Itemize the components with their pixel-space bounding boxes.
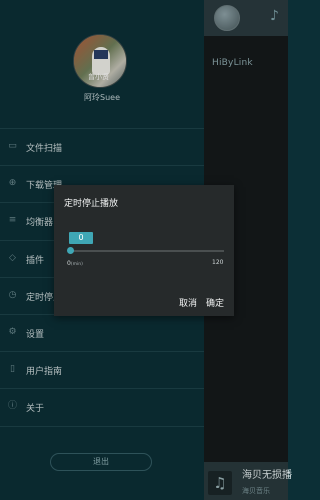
slider-max-label: 120 (212, 259, 224, 266)
timer-slider-thumb[interactable] (67, 247, 74, 254)
dialog-title: 定时停止播放 (64, 199, 119, 209)
slider-min-unit: (min) (70, 262, 83, 267)
slider-min-label: 0(min) (67, 260, 83, 267)
timer-slider-track[interactable] (70, 250, 224, 252)
timer-dialog: 定时停止播放 0 0(min) 120 取消 确定 (54, 185, 234, 316)
slider-value-bubble: 0 (69, 232, 93, 244)
confirm-button[interactable]: 确定 (206, 296, 224, 309)
cancel-button[interactable]: 取消 (179, 296, 197, 309)
